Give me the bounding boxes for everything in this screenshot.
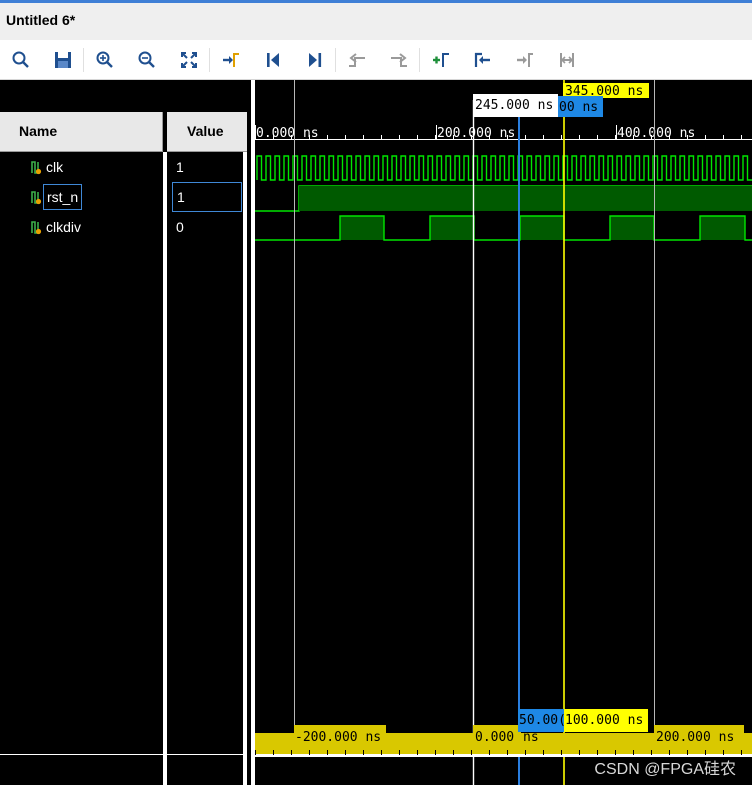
name-column-header[interactable]: Name [0,112,163,152]
swap-cursors-button[interactable] [556,49,578,71]
signal-row-clkdiv[interactable]: clkdiv [0,212,163,242]
value-column-header[interactable]: Value [167,112,247,152]
logic-signal-icon [30,159,42,175]
save-button[interactable] [52,49,74,71]
signal-name-rst-n: rst_n [43,184,83,210]
yellow-delta-label: 100.000 ns [565,713,643,728]
value-column-label: Value [187,123,224,139]
relative-tick-unit: ns [523,730,539,745]
waveform-panel[interactable]: 0.000 ns 200.000 ns 400.000 ns 345.000 n… [251,80,752,785]
logic-signal-icon [30,219,42,235]
blue-delta-label: 50.00( [519,713,566,728]
previous-marker-button[interactable] [472,49,494,71]
relative-tick-label: 200.000 ns [656,730,734,745]
window-title-bar: Untitled 6* [0,0,752,40]
rst-n-waveform[interactable] [255,185,752,212]
go-to-last-time-icon [309,53,322,67]
go-to-time-zero-button[interactable] [262,49,284,71]
value-footer-line [167,754,243,755]
white-cursor-label: 245.000 ns [475,98,553,113]
previous-transition-button[interactable] [346,49,368,71]
ruler-tick-label: 0.000 ns [256,126,319,141]
watermark: CSDN @FPGA硅农 [594,761,736,778]
previous-transition-icon [349,53,365,67]
signal-name-panel: Name Value clk 1 rst_n 1 clkdiv 0 [0,80,247,785]
search-button[interactable] [10,49,32,71]
next-marker-button[interactable] [514,49,536,71]
signal-name-clkdiv: clkdiv [46,219,82,235]
relative-tick-label: -200.000 ns [295,730,381,745]
zoom-out-button[interactable] [136,49,158,71]
save-icon [55,52,71,68]
blue-cursor-label: 00 ns [559,100,598,115]
signal-name-clk: clk [46,159,64,175]
go-to-time-zero-icon [267,53,279,67]
signal-row-clk[interactable]: clk [0,152,163,182]
go-to-cursor-button[interactable] [220,49,242,71]
go-to-cursor-icon [223,53,239,67]
next-transition-button[interactable] [388,49,410,71]
previous-marker-icon [474,52,490,67]
zoom-out-icon [138,51,155,68]
waveform-canvas[interactable]: 0.000 ns 200.000 ns 400.000 ns 345.000 n… [251,80,752,785]
next-marker-icon [517,53,533,67]
relative-tick-label: 0.000 [475,730,514,745]
signal-value-clk: 1 [176,159,184,175]
waveform-toolbar [0,40,752,80]
zoom-in-icon [96,51,113,68]
name-column-label: Name [19,123,58,139]
ruler-tick-label: 400.000 ns [617,126,695,141]
logic-signal-icon [30,189,42,205]
signal-value-rst-n: 1 [172,182,242,212]
zoom-fit-icon [181,52,197,68]
zoom-fit-button[interactable] [178,49,200,71]
zoom-in-button[interactable] [94,49,116,71]
signal-row-rst-n[interactable]: rst_n [0,182,163,212]
column-divider[interactable] [163,152,167,785]
add-marker-button[interactable] [430,49,452,71]
search-icon [12,51,29,68]
panel-divider[interactable] [243,152,247,785]
name-footer-line [0,754,163,755]
swap-cursors-icon [560,53,574,67]
window-title: Untitled 6* [6,12,76,28]
signal-value-clkdiv: 0 [176,219,184,235]
add-marker-icon [433,53,449,67]
ruler-tick-label: 200.000 ns [437,126,515,141]
go-to-last-time-button[interactable] [304,49,326,71]
next-transition-icon [391,53,407,67]
